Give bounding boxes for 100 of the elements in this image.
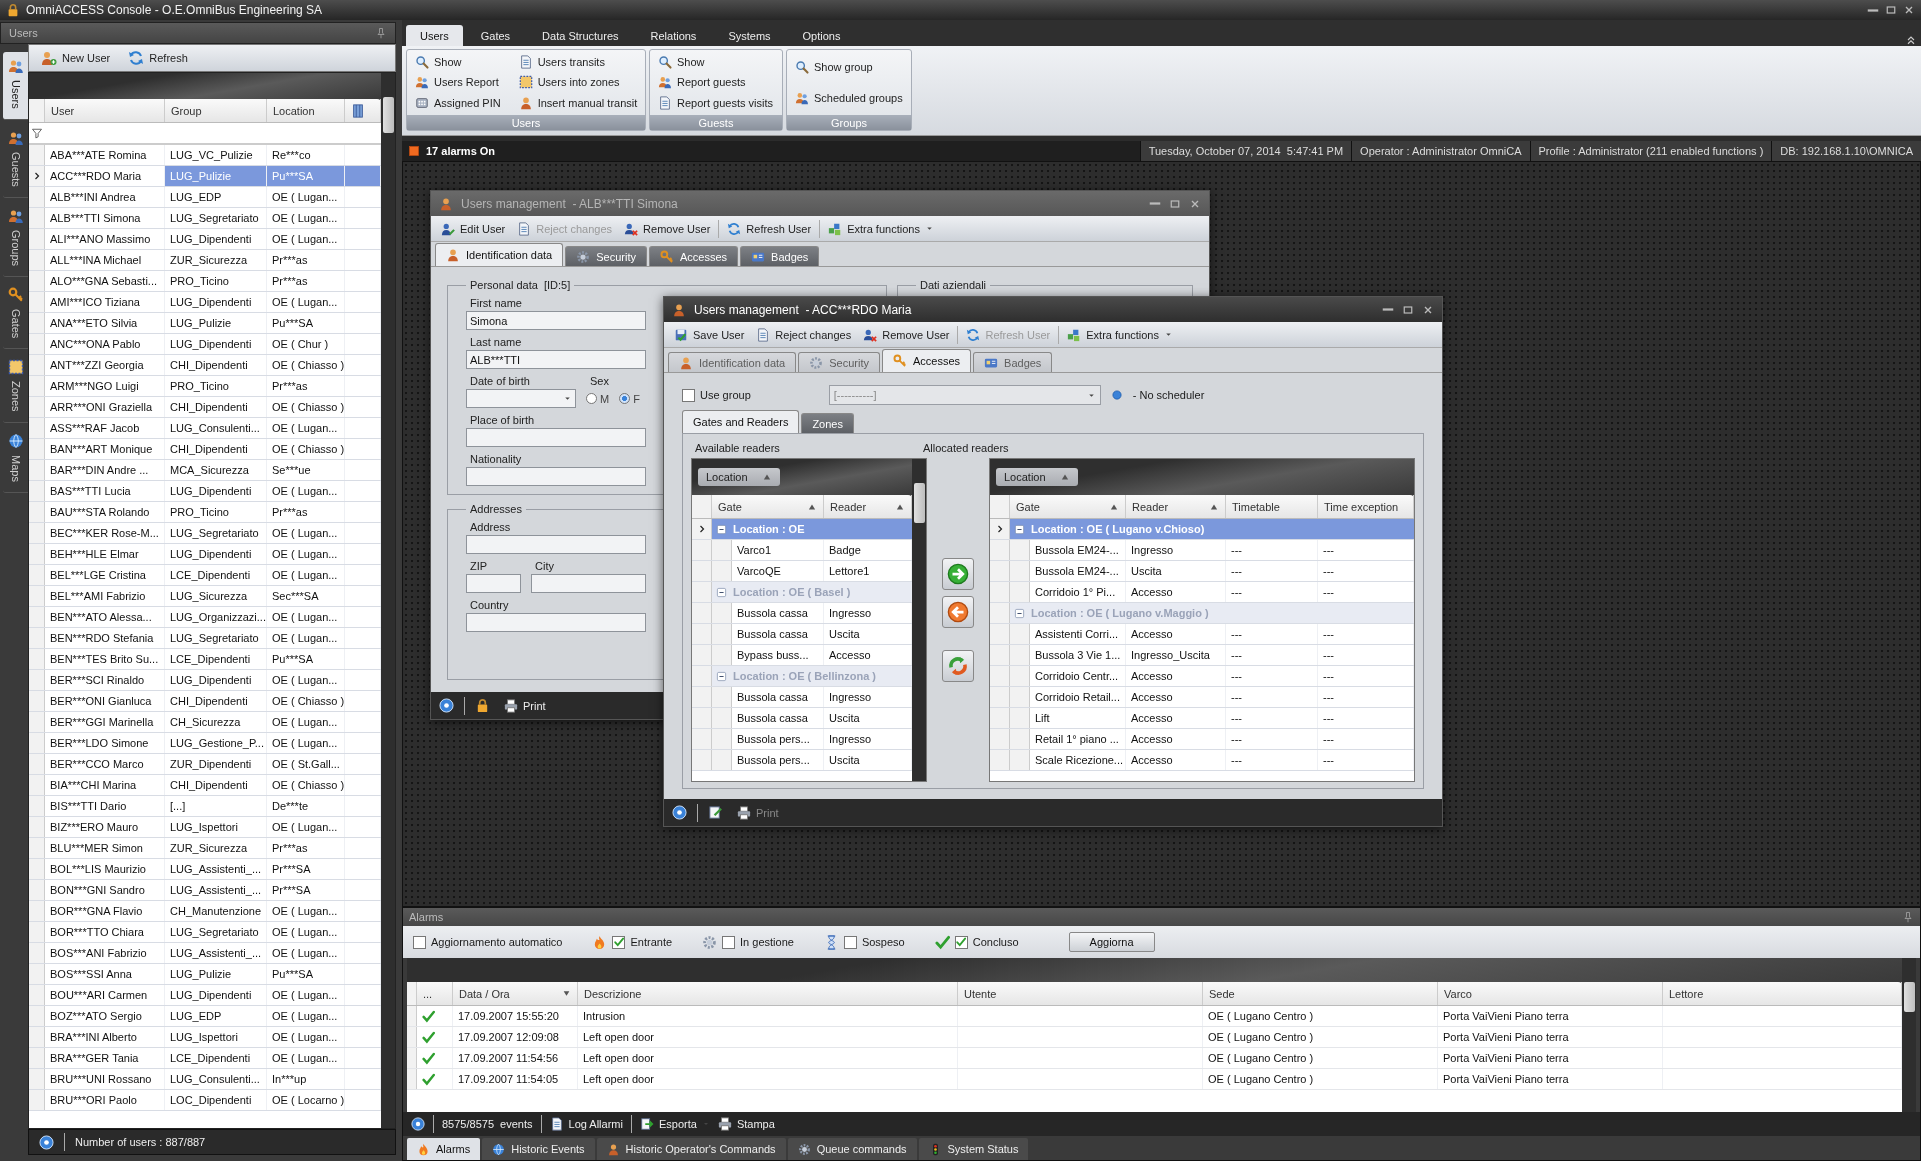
table-cell: BOS***SSI Anna [45, 964, 165, 984]
table-cell: ARR***ONI Graziella [45, 397, 165, 417]
table-cell: OE ( Lugan... [267, 1048, 345, 1068]
table-cell: BAN***ART Monique [45, 439, 165, 459]
group-title: Users [407, 115, 645, 130]
table-cell: Accesso [1126, 750, 1226, 770]
table-cell: LUG_Dipendenti [165, 481, 267, 501]
table-cell: LUG_Dipendenti [165, 229, 267, 249]
table-cell: BER***ONI Gianluca [45, 691, 165, 711]
table-cell: OE ( Lugan... [267, 607, 345, 627]
table-cell: LUG_Pulizie [165, 166, 267, 186]
table-cell: OE ( Lugan... [267, 1027, 345, 1047]
table-cell: LUG_Dipendenti [165, 670, 267, 690]
table-cell: VarcoQE [732, 561, 824, 581]
table-cell: --- [1318, 687, 1414, 707]
table-cell: OE ( Chiasso ) [267, 691, 345, 711]
table-cell: Accesso [1126, 624, 1226, 644]
group-label: Location : OE ( Basel ) [712, 582, 851, 602]
table-cell: --- [1318, 708, 1414, 728]
table-cell: Pu***SA [267, 649, 345, 669]
group-title: Guests [650, 115, 782, 130]
table-cell: Accesso [1126, 687, 1226, 707]
table-cell: OE ( Lugan... [267, 481, 345, 501]
table-cell: LUG_Pulizie [165, 313, 267, 333]
table-cell: Retail 1° piano ... [1030, 729, 1126, 749]
status-db: DB: 192.168.1.10\OMNICA [1771, 141, 1921, 161]
table-cell: Corridoio Centr... [1030, 666, 1126, 686]
table-cell: OE ( Lugan... [267, 985, 345, 1005]
table-cell: OE ( Lugan... [267, 544, 345, 564]
table-cell: OE ( Lugan... [267, 922, 345, 942]
table-cell: BER***CCO Marco [45, 754, 165, 774]
field-label: Nationality [470, 453, 522, 465]
table-cell: OE ( Lugan... [267, 712, 345, 732]
table-cell: LUG_Ispettori [165, 1027, 267, 1047]
table-cell: OE ( St.Gall... [267, 754, 345, 774]
table-cell: OE ( Lugan... [267, 418, 345, 438]
table-cell: Bussola EM24-... [1030, 540, 1126, 560]
checkbox-label: Use group [700, 389, 751, 401]
table-cell: --- [1226, 729, 1318, 749]
window-title: OmniACCESS Console - O.E.OmniBus Engineering SA [26, 3, 323, 17]
table-cell: ALI***ANO Massimo [45, 229, 165, 249]
table-cell: ALO***GNA Sebasti... [45, 271, 165, 291]
status-operator: Operator : Administrator OmniCA [1351, 141, 1530, 161]
table-cell: Corridoio 1° Pi... [1030, 582, 1126, 602]
table-cell: --- [1226, 750, 1318, 770]
table-cell: Varco1 [732, 540, 824, 560]
table-cell: BIA***CHI Marina [45, 775, 165, 795]
table-cell: Bussola pers... [732, 729, 824, 749]
field-label: City [535, 560, 554, 572]
status-profile: Profile : Administrator (211 enabled functions ) [1529, 141, 1772, 161]
table-cell: Pu***SA [267, 166, 345, 186]
table-cell: LUG_Segretariato [165, 922, 267, 942]
table-cell: OE ( Lugan... [267, 208, 345, 228]
table-cell: LUG_Pulizie [165, 964, 267, 984]
table-cell: De***te [267, 796, 345, 816]
table-cell: --- [1318, 645, 1414, 665]
table-cell: BOS***ANI Fabrizio [45, 943, 165, 963]
table-cell: BEN***RDO Stefania [45, 628, 165, 648]
table-cell: Bussola EM24-... [1030, 561, 1126, 581]
table-cell: ANC***ONA Pablo [45, 334, 165, 354]
table-cell: --- [1318, 561, 1414, 581]
section-title: Personal data [ID:5] [469, 279, 572, 291]
table-cell: LCE_Dipendenti [165, 649, 267, 669]
table-cell: BRA***INI Alberto [45, 1027, 165, 1047]
table-cell: --- [1226, 666, 1318, 686]
table-cell: Left open door [578, 1069, 958, 1089]
table-cell: LUG_Consulenti... [165, 418, 267, 438]
table-cell: In***up [267, 1069, 345, 1089]
table-cell: LUG_Segretariato [165, 208, 267, 228]
table-cell: LUG_Dipendenti [165, 334, 267, 354]
table-cell: --- [1318, 540, 1414, 560]
window-title: Users management - ACC***RDO Maria [694, 302, 913, 317]
table-cell: --- [1226, 708, 1318, 728]
table-cell: OE ( Lugan... [267, 943, 345, 963]
field-label: Sex [590, 375, 609, 387]
table-cell: BAR***DIN Andre ... [45, 460, 165, 480]
table-cell: LCE_Dipendenti [165, 565, 267, 585]
table-cell: Bussola cassa [732, 708, 824, 728]
table-cell: BER***LDO Simone [45, 733, 165, 753]
alarm-indicator: 17 alarms On [402, 141, 502, 161]
table-cell: Accesso [1126, 582, 1226, 602]
table-cell: Porta VaiVieni Piano terra [1438, 1048, 1663, 1068]
table-cell: Lift [1030, 708, 1126, 728]
table-cell: BER***SCI Rinaldo [45, 670, 165, 690]
panel-label: Allocated readers [922, 442, 1010, 454]
group-label: Location : OE [712, 519, 805, 539]
table-cell: ZUR_Dipendenti [165, 754, 267, 774]
table-cell: --- [1318, 666, 1414, 686]
table-cell: LUG_Dipendenti [165, 544, 267, 564]
table-cell: Left open door [578, 1027, 958, 1047]
table-cell: Sec***SA [267, 586, 345, 606]
table-cell: Porta VaiVieni Piano terra [1438, 1069, 1663, 1089]
table-cell: OE ( Lugan... [267, 229, 345, 249]
table-cell: --- [1226, 624, 1318, 644]
table-cell: BEL***LGE Cristina [45, 565, 165, 585]
table-cell: ALB***INI Andrea [45, 187, 165, 207]
table-cell: BIZ***ERO Mauro [45, 817, 165, 837]
field-label: Place of birth [470, 414, 535, 426]
table-cell: CHI_Dipendenti [165, 355, 267, 375]
table-cell: BON***GNI Sandro [45, 880, 165, 900]
